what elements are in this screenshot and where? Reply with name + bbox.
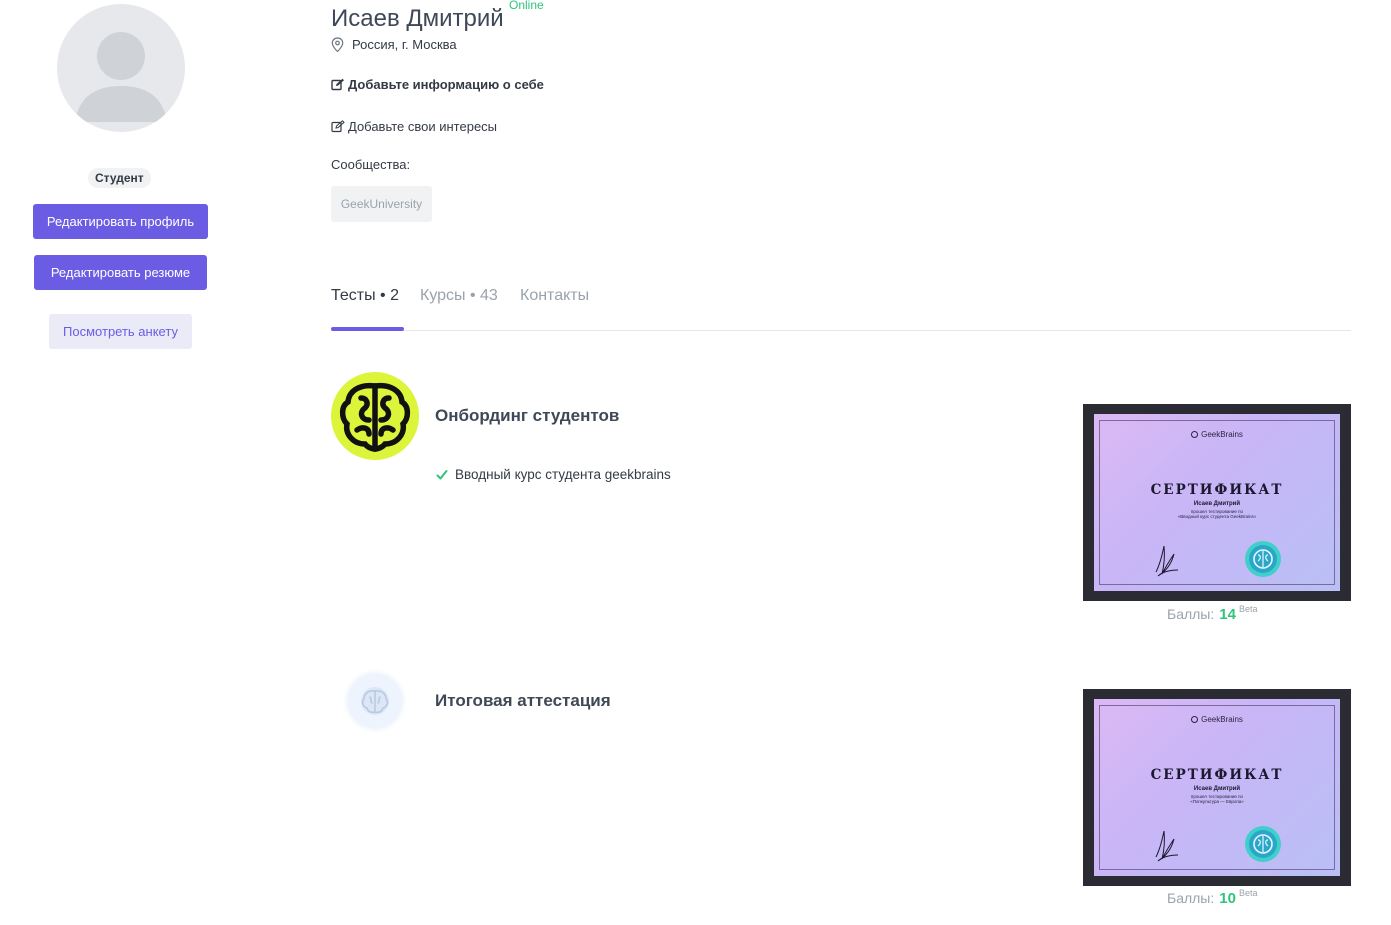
view-profile-button[interactable]: Посмотреть анкету xyxy=(49,314,192,349)
user-location: Россия, г. Москва xyxy=(352,37,457,52)
active-tab-indicator xyxy=(331,327,404,331)
certificate-heading: СЕРТИФИКАТ xyxy=(1150,482,1284,498)
score-label: Баллы: xyxy=(1167,890,1215,906)
tabs-divider xyxy=(331,330,1351,331)
score-value: 14 xyxy=(1219,606,1236,623)
certificate-person: Исаев Дмитрий xyxy=(1193,501,1241,507)
certificate-brand: GeekBrains xyxy=(1201,430,1243,439)
signature-icon xyxy=(1155,545,1179,577)
test-title[interactable]: Итоговая аттестация xyxy=(435,691,611,711)
score-value: 10 xyxy=(1219,890,1236,907)
brain-logo-icon xyxy=(339,382,411,452)
certificate-heading: СЕРТИФИКАТ xyxy=(1150,767,1284,783)
signature-icon xyxy=(1155,830,1179,862)
add-interests-link[interactable]: Добавьте свои интересы xyxy=(348,119,497,134)
score-label: Баллы: xyxy=(1167,606,1215,622)
certificate-card[interactable]: GeekBrains СЕРТИФИКАТ Исаев Дмитрий прош… xyxy=(1083,689,1351,886)
beta-badge: Beta xyxy=(1238,604,1258,614)
certificate-paper: GeekBrains СЕРТИФИКАТ Исаев Дмитрий прош… xyxy=(1094,699,1340,876)
avatar[interactable] xyxy=(57,4,185,132)
edit-profile-button[interactable]: Редактировать профиль xyxy=(33,204,208,239)
profile-page: Студент Редактировать профиль Редактиров… xyxy=(0,0,1391,925)
certificate-course: «Попкультура — Европа» xyxy=(1190,799,1244,804)
score: Баллы: 14 Beta xyxy=(1167,604,1257,623)
test-logo xyxy=(331,372,419,460)
add-about-link[interactable]: Добавьте информацию о себе xyxy=(348,77,544,92)
certificate-brand: GeekBrains xyxy=(1201,715,1243,724)
community-chip[interactable]: GeekUniversity xyxy=(331,186,432,222)
seal-icon xyxy=(1245,541,1281,577)
geekbrains-logo-icon xyxy=(1191,716,1199,723)
check-icon xyxy=(436,470,448,480)
test-title[interactable]: Онбординг студентов xyxy=(435,406,619,426)
certificate-person: Исаев Дмитрий xyxy=(1193,786,1241,792)
brain-logo-faded-icon xyxy=(361,687,389,715)
geekbrains-logo-icon xyxy=(1191,431,1199,438)
edit-resume-button[interactable]: Редактировать резюме xyxy=(34,255,207,290)
score: Баллы: 10 Beta xyxy=(1167,888,1257,907)
certificate-paper: GeekBrains СЕРТИФИКАТ Исаев Дмитрий прош… xyxy=(1094,414,1340,591)
test-logo xyxy=(349,675,401,727)
tab-tests[interactable]: Тесты • 2 xyxy=(331,287,399,305)
role-badge: Студент xyxy=(88,168,151,188)
beta-badge: Beta xyxy=(1238,888,1258,898)
completed-course[interactable]: Вводный курс студента geekbrains xyxy=(455,467,671,482)
certificate-course: «Вводный курс студента GeekBrains» xyxy=(1177,514,1257,519)
user-silhouette-icon xyxy=(75,32,167,122)
seal-icon xyxy=(1245,826,1281,862)
tab-courses[interactable]: Курсы • 43 xyxy=(420,287,498,305)
tab-contacts[interactable]: Контакты xyxy=(520,287,589,305)
certificate-card[interactable]: GeekBrains СЕРТИФИКАТ Исаев Дмитрий прош… xyxy=(1083,404,1351,601)
edit-icon[interactable] xyxy=(331,120,345,133)
edit-icon[interactable] xyxy=(331,78,345,91)
user-name: Исаев Дмитрий xyxy=(331,5,504,32)
communities-label: Сообщества: xyxy=(331,157,411,172)
map-pin-icon xyxy=(331,37,344,53)
online-status: Online xyxy=(509,0,544,12)
